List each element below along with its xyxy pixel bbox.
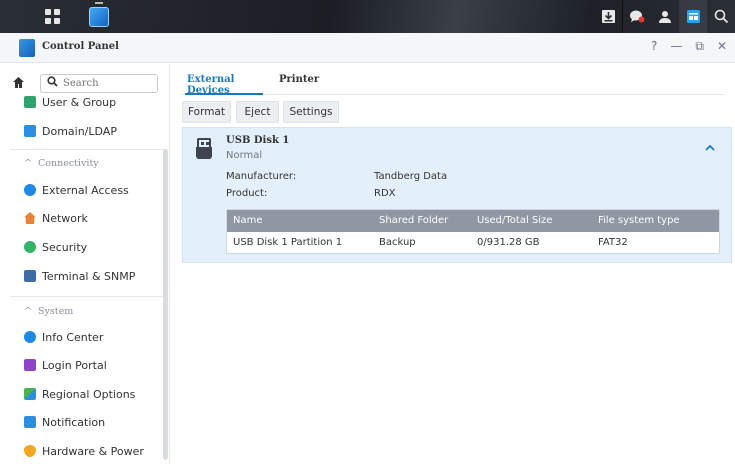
sidebar-item-login-portal[interactable]: Login Portal <box>0 354 165 376</box>
section-system[interactable]: ^ System <box>24 306 73 317</box>
sidebar-item-label: Login Portal <box>42 358 107 372</box>
search-input[interactable] <box>63 77 153 89</box>
sidebar-divider <box>10 149 165 150</box>
window-titlebar[interactable]: Control Panel ? — ⧉ ✕ <box>0 33 735 63</box>
main-menu-icon <box>44 9 60 24</box>
restore-button[interactable]: ⧉ <box>695 39 704 54</box>
search-icon <box>47 76 58 90</box>
sidebar-item-label: Hardware & Power <box>42 444 144 458</box>
sidebar-item-user-group[interactable]: User & Group <box>0 91 165 113</box>
domain-ldap-icon <box>24 125 36 137</box>
cell-name: USB Disk 1 Partition 1 <box>233 237 343 248</box>
chevron-up-icon[interactable] <box>705 140 715 154</box>
manufacturer-label: Manufacturer: <box>226 171 297 182</box>
sidebar-item-security[interactable]: Security <box>0 236 165 258</box>
section-label: Connectivity <box>38 158 99 169</box>
control-panel-icon <box>89 6 109 27</box>
product-value: RDX <box>374 188 396 199</box>
widgets-button[interactable] <box>679 0 707 33</box>
search-button[interactable] <box>707 0 735 33</box>
login-portal-icon <box>24 359 36 371</box>
main-menu-button[interactable] <box>34 0 70 33</box>
sidebar-item-label: External Access <box>42 183 129 197</box>
product-label: Product: <box>226 188 268 199</box>
sidebar-item-label: Notification <box>42 415 106 429</box>
control-panel-taskbar-button[interactable] <box>86 0 112 33</box>
search-field[interactable] <box>40 73 158 93</box>
device-status: Normal <box>226 150 263 161</box>
active-tab-indicator <box>185 93 263 95</box>
cell-shared-folder: Backup <box>379 237 416 248</box>
sidebar-item-label: Regional Options <box>42 387 136 401</box>
table-header: Name Shared Folder Used/Total Size File … <box>227 210 719 232</box>
terminal-icon <box>24 270 36 282</box>
help-button[interactable]: ? <box>651 39 657 54</box>
security-icon <box>24 241 36 253</box>
column-header-file-system[interactable]: File system type <box>598 215 680 226</box>
network-icon <box>24 212 36 224</box>
home-icon[interactable] <box>12 76 26 90</box>
search-icon <box>714 9 728 24</box>
user-icon <box>659 10 671 23</box>
chevron-up-icon: ^ <box>24 158 32 169</box>
sidebar-item-regional-options[interactable]: Regional Options <box>0 383 165 405</box>
download-tray-icon <box>601 10 615 23</box>
sidebar-item-terminal-snmp[interactable]: Terminal & SNMP <box>0 265 165 287</box>
eject-button[interactable]: Eject <box>236 101 279 123</box>
user-group-icon <box>24 96 36 108</box>
info-center-icon <box>24 331 36 343</box>
sidebar-item-info-center[interactable]: Info Center <box>0 326 165 348</box>
cell-size: 0/931.28 GB <box>477 237 540 248</box>
close-button[interactable]: ✕ <box>717 39 727 54</box>
settings-button[interactable]: Settings <box>283 101 339 123</box>
hardware-power-icon <box>24 445 36 457</box>
taskbar <box>0 0 735 33</box>
minimize-button[interactable]: — <box>670 39 682 54</box>
tab-printer[interactable]: Printer <box>279 74 319 85</box>
sidebar-item-external-access[interactable]: External Access <box>0 179 165 201</box>
sidebar-item-network[interactable]: Network <box>0 207 165 229</box>
widgets-icon <box>686 10 700 23</box>
sidebar-item-label: User & Group <box>42 95 117 109</box>
partition-table: Name Shared Folder Used/Total Size File … <box>226 209 720 254</box>
cell-file-system: FAT32 <box>598 237 628 248</box>
sidebar-item-label: Terminal & SNMP <box>42 269 136 283</box>
control-panel-app-icon <box>19 39 35 57</box>
notification-icon <box>630 10 645 23</box>
notification-button[interactable] <box>623 0 651 33</box>
sidebar-item-label: Security <box>42 240 88 254</box>
sidebar-item-hardware-power[interactable]: Hardware & Power <box>0 440 165 462</box>
device-name: USB Disk 1 <box>226 135 290 146</box>
sidebar-item-label: Domain/LDAP <box>42 124 117 138</box>
window-title: Control Panel <box>42 41 119 52</box>
sidebar-scrollbar[interactable] <box>163 149 168 460</box>
section-connectivity[interactable]: ^ Connectivity <box>24 158 99 169</box>
sidebar-item-notification[interactable]: Notification <box>0 411 165 433</box>
sidebar-item-label: Network <box>42 211 88 225</box>
table-row[interactable]: USB Disk 1 Partition 1 Backup 0/931.28 G… <box>227 232 719 253</box>
section-label: System <box>38 306 74 317</box>
sidebar-item-label: Info Center <box>42 330 104 344</box>
column-header-name[interactable]: Name <box>233 215 263 226</box>
chevron-up-icon: ^ <box>24 306 32 317</box>
column-header-shared-folder[interactable]: Shared Folder <box>379 215 448 226</box>
device-panel[interactable]: USB Disk 1 Normal Manufacturer: Tandberg… <box>182 127 732 263</box>
download-tray-button[interactable] <box>594 0 622 33</box>
usb-disk-icon <box>196 138 212 159</box>
main-content: External Devices Printer Format Eject Se… <box>171 64 735 464</box>
manufacturer-value: Tandberg Data <box>374 171 448 182</box>
sidebar: User & Group Domain/LDAP ^ Connectivity … <box>0 64 170 464</box>
column-header-size[interactable]: Used/Total Size <box>477 215 552 226</box>
format-button[interactable]: Format <box>182 101 231 123</box>
sidebar-item-domain-ldap[interactable]: Domain/LDAP <box>0 120 165 142</box>
regional-options-icon <box>24 388 36 400</box>
sidebar-divider <box>10 296 165 297</box>
external-access-icon <box>24 184 36 196</box>
notification-settings-icon <box>24 416 36 428</box>
user-button[interactable] <box>651 0 679 33</box>
